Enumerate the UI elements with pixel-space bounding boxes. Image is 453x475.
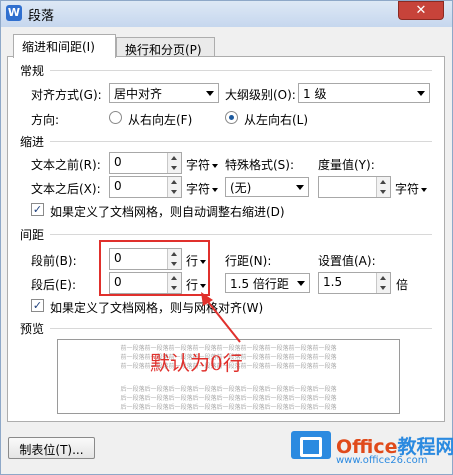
tab-indent-spacing[interactable]: 缩进和间距(I) (13, 34, 116, 58)
watermark-url: www.office26.com (336, 455, 428, 466)
section-spacing-heading: 间距 (20, 228, 45, 242)
rtl-label: 从右向左(F) (128, 113, 193, 127)
special-format-label: 特殊格式(S): (225, 158, 295, 172)
measure-label: 度量值(Y): (318, 158, 375, 172)
indent-before-unit[interactable]: 字符 (186, 156, 219, 173)
divider (50, 141, 432, 142)
section-indent-heading: 缩进 (20, 135, 45, 149)
spin-down-icon[interactable] (167, 187, 181, 197)
chevron-down-icon (421, 187, 428, 192)
close-button[interactable]: ✕ (398, 1, 444, 20)
spin-down-icon[interactable] (167, 163, 181, 173)
chevron-down-icon (297, 281, 305, 286)
section-preview-heading: 预览 (20, 322, 45, 336)
space-after-label: 段后(E): (31, 278, 76, 292)
highlight-box (99, 240, 210, 296)
ltr-label: 从左向右(L) (244, 113, 309, 127)
measure-input[interactable] (318, 176, 391, 198)
preview-next-line: 后一段落后一段落后一段落后一段落后一段落后一段落后一段落后一段落后一段落 (120, 386, 337, 393)
setting-value-unit: 倍 (396, 278, 409, 292)
chevron-down-icon (206, 91, 214, 96)
spin-up-icon[interactable] (376, 177, 390, 187)
direction-label: 方向: (31, 113, 60, 127)
rtl-radio[interactable] (109, 111, 122, 124)
indent-before-label: 文本之前(R): (31, 158, 101, 172)
measure-unit[interactable]: 字符 (395, 180, 428, 197)
preview-next-line: 后一段落后一段落后一段落后一段落后一段落后一段落后一段落后一段落后一段落 (120, 395, 337, 402)
alignment-select[interactable]: 居中对齐 (109, 83, 219, 103)
outline-level-label: 大纲级别(O): (225, 88, 296, 102)
arrow-shaft (204, 297, 241, 343)
indent-grid-label: 如果定义了文档网格，则自动调整右缩进(D) (50, 205, 285, 219)
chevron-down-icon (212, 163, 219, 168)
spin-up-icon[interactable] (167, 177, 181, 187)
divider (50, 234, 432, 235)
spin-up-icon[interactable] (376, 273, 390, 283)
spin-up-icon[interactable] (167, 153, 181, 163)
chevron-down-icon (296, 185, 304, 190)
outline-level-select[interactable]: 1 级 (298, 83, 430, 103)
divider (50, 70, 432, 71)
section-general-heading: 常规 (20, 64, 45, 78)
annotation-text: 默认为0行 (150, 351, 243, 375)
dialog-title: 段落 (28, 9, 55, 24)
indent-grid-checkbox[interactable]: ✓ (31, 203, 44, 216)
annotation-arrow (201, 292, 241, 343)
indent-before-input[interactable]: 0 (109, 152, 182, 174)
chevron-down-icon (212, 187, 219, 192)
setting-value-input[interactable]: 1.5 (318, 272, 391, 294)
arrow-head (201, 292, 213, 306)
alignment-label: 对齐方式(G): (31, 88, 102, 102)
spin-down-icon[interactable] (376, 187, 390, 197)
tab-stops-button[interactable]: 制表位(T)... (8, 437, 95, 459)
indent-after-unit[interactable]: 字符 (186, 180, 219, 197)
preview-next-line: 后一段落后一段落后一段落后一段落后一段落后一段落后一段落后一段落后一段落 (120, 404, 337, 411)
chevron-down-icon (417, 91, 425, 96)
line-spacing-label: 行距(N): (225, 254, 272, 268)
office-logo-icon (291, 431, 331, 459)
special-format-select[interactable]: (无) (225, 177, 309, 197)
indent-after-input[interactable]: 0 (109, 176, 182, 198)
wps-writer-icon: W (6, 5, 22, 21)
space-before-label: 段前(B): (31, 254, 77, 268)
title-bar[interactable] (1, 1, 452, 27)
spacing-grid-checkbox[interactable]: ✓ (31, 299, 44, 312)
spin-down-icon[interactable] (376, 283, 390, 293)
indent-after-label: 文本之后(X): (31, 182, 101, 196)
ltr-radio[interactable] (225, 111, 238, 124)
setting-value-label: 设置值(A): (318, 254, 376, 268)
